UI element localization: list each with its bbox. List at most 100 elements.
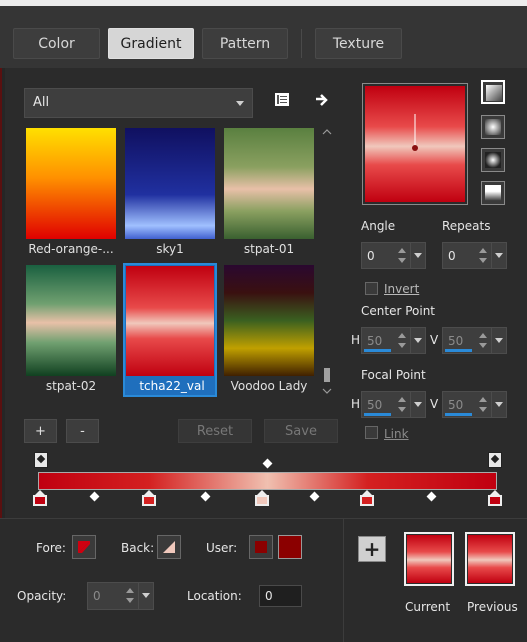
angle-label: Angle — [361, 219, 396, 233]
stop-color — [142, 495, 156, 506]
user-label: User: — [206, 541, 238, 555]
location-field[interactable]: 0 — [259, 585, 302, 607]
center-v-slider[interactable] — [445, 349, 472, 352]
chevron-down-icon[interactable] — [138, 583, 153, 609]
color-midpoint-marker[interactable] — [426, 491, 437, 502]
tab-gradient[interactable]: Gradient — [108, 28, 194, 59]
opacity-stop-marker[interactable] — [488, 452, 502, 468]
focal-v-label: V — [430, 397, 439, 411]
back-color-chip[interactable] — [157, 535, 181, 559]
center-h-label: H — [351, 333, 361, 347]
chevron-down-icon[interactable] — [491, 328, 506, 353]
tab-color[interactable]: Color — [13, 28, 100, 59]
rectangular-style-button[interactable] — [481, 115, 505, 139]
repeats-field[interactable]: 0 — [442, 242, 507, 269]
chevron-down-icon[interactable] — [410, 243, 425, 268]
angle-field[interactable]: 0 — [361, 242, 426, 269]
color-stop-marker[interactable] — [142, 490, 156, 506]
gradient-swatch[interactable]: stpat-01 — [222, 126, 316, 260]
opacity-stop-marker[interactable] — [34, 452, 48, 468]
opacity-field[interactable]: 0 — [87, 582, 154, 610]
user-color-fill — [255, 541, 267, 553]
arrow-right-icon[interactable] — [314, 92, 330, 108]
center-h-field[interactable]: 50 — [361, 327, 426, 354]
swatch-preview — [26, 265, 116, 376]
swatch-label: tcha22_val — [139, 379, 205, 393]
spin-arrows-icon[interactable] — [396, 395, 408, 415]
category-dropdown[interactable]: All — [24, 88, 253, 118]
repeats-label: Repeats — [442, 219, 491, 233]
focal-h-slider[interactable] — [364, 413, 391, 416]
gradient-preview[interactable] — [362, 83, 468, 205]
spin-arrows-icon[interactable] — [124, 586, 136, 606]
swatch-scrollbar[interactable] — [320, 126, 334, 398]
radial-style-button[interactable] — [481, 181, 505, 205]
opacity-midpoint-marker[interactable] — [262, 458, 273, 469]
center-v-label: V — [430, 333, 439, 347]
linear-style-button[interactable] — [481, 80, 505, 104]
swatch-preview — [224, 265, 314, 376]
center-v-field[interactable]: 50 — [442, 327, 507, 354]
gradient-swatch[interactable]: Red-orange-... — [24, 126, 118, 260]
focal-v-field[interactable]: 50 — [442, 391, 507, 418]
radial-gradient-icon — [485, 185, 501, 201]
sunburst-gradient-icon — [485, 152, 501, 168]
add-gradient-button[interactable]: + — [24, 419, 57, 443]
spin-arrows-icon[interactable] — [477, 395, 489, 415]
link-label: Link — [384, 427, 409, 441]
color-stop-marker[interactable] — [33, 490, 47, 506]
chevron-down-icon[interactable] — [410, 392, 425, 417]
add-to-library-button[interactable]: + — [358, 536, 386, 562]
chevron-down-icon[interactable] — [410, 328, 425, 353]
swatch-preview — [224, 128, 314, 239]
gradient-editor-bar[interactable] — [38, 472, 497, 490]
sunburst-style-button[interactable] — [481, 148, 505, 172]
color-stop-marker[interactable] — [360, 490, 374, 506]
stop-color — [255, 495, 269, 506]
spin-arrows-icon[interactable] — [396, 331, 408, 351]
color-midpoint-marker[interactable] — [309, 491, 320, 502]
color-stop-marker[interactable] — [488, 490, 502, 506]
save-button[interactable]: Save — [264, 419, 338, 443]
tab-pattern[interactable]: Pattern — [202, 28, 288, 59]
chevron-down-icon[interactable] — [491, 392, 506, 417]
swatch-label: Red-orange-... — [28, 242, 114, 256]
focal-h-field[interactable]: 50 — [361, 391, 426, 418]
tab-texture[interactable]: Texture — [315, 28, 402, 59]
fore-triangle-icon — [78, 541, 90, 553]
spin-arrows-icon[interactable] — [477, 246, 489, 266]
chevron-down-icon[interactable] — [491, 243, 506, 268]
invert-checkbox[interactable] — [365, 282, 378, 295]
swatch-label: sky1 — [156, 242, 184, 256]
current-gradient-fill — [407, 535, 451, 583]
rectangular-gradient-icon — [485, 119, 501, 135]
remove-gradient-button[interactable]: - — [66, 419, 99, 443]
spin-arrows-icon[interactable] — [477, 331, 489, 351]
location-label: Location: — [187, 589, 242, 603]
chevron-down-icon — [236, 101, 244, 106]
gradient-swatch[interactable]: Voodoo Lady — [222, 263, 316, 397]
previous-gradient-preview[interactable] — [465, 532, 515, 586]
previous-gradient-fill — [468, 535, 512, 583]
gradient-swatch-selected[interactable]: tcha22_val — [123, 263, 217, 397]
swatch-preview — [126, 266, 214, 376]
user-color-chip[interactable] — [249, 535, 273, 559]
reset-button[interactable]: Reset — [178, 419, 252, 443]
color-midpoint-marker[interactable] — [200, 491, 211, 502]
angle-handle-icon[interactable] — [409, 114, 421, 154]
gradient-swatch[interactable]: stpat-02 — [24, 263, 118, 397]
color-stop-marker[interactable] — [255, 490, 269, 506]
tab-separator — [301, 29, 302, 58]
center-h-slider[interactable] — [364, 349, 391, 352]
library-icon[interactable] — [273, 92, 291, 108]
fore-color-chip[interactable] — [72, 535, 96, 559]
color-midpoint-marker[interactable] — [89, 491, 100, 502]
user-color-swatch[interactable] — [278, 535, 302, 559]
link-checkbox[interactable] — [365, 426, 378, 439]
gradient-swatch[interactable]: sky1 — [123, 126, 217, 260]
spin-arrows-icon[interactable] — [396, 246, 408, 266]
swatch-preview — [26, 128, 116, 239]
current-gradient-preview — [404, 532, 454, 586]
repeats-value: 0 — [448, 249, 456, 263]
focal-v-slider[interactable] — [445, 413, 472, 416]
